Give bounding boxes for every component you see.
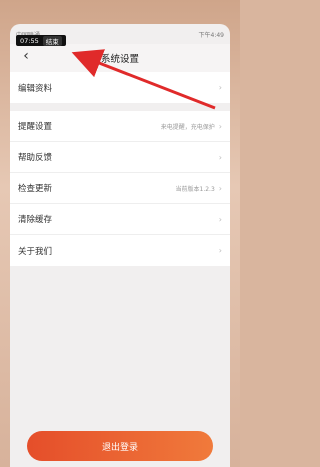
settings-item-label: 关于我们 bbox=[18, 246, 53, 257]
settings-item-right: › bbox=[219, 215, 222, 224]
settings-group-2: 提醒设置 来电提醒，充电保护 › 帮助反馈 › 检查更新 当前版本1.2.3 › bbox=[10, 111, 230, 266]
settings-item-label: 编辑资料 bbox=[18, 83, 53, 94]
settings-item-reminders[interactable]: 提醒设置 来电提醒，充电保护 › bbox=[10, 111, 230, 142]
settings-item-label: 检查更新 bbox=[18, 184, 53, 194]
screen-recording-pill[interactable]: 07:55 结束 bbox=[16, 35, 66, 46]
back-button[interactable]: ‹ bbox=[16, 48, 36, 64]
settings-item-value: 当前版本1.2.3 bbox=[175, 185, 215, 193]
chevron-right-icon: › bbox=[218, 183, 222, 193]
settings-item-right: 当前版本1.2.3 › bbox=[176, 184, 222, 193]
chevron-right-icon: › bbox=[218, 152, 222, 162]
settings-item-help-feedback[interactable]: 帮助反馈 › bbox=[10, 142, 230, 173]
settings-item-check-update[interactable]: 检查更新 当前版本1.2.3 › bbox=[10, 173, 230, 204]
chevron-left-icon: ‹ bbox=[23, 48, 29, 64]
settings-item-right: › bbox=[219, 246, 222, 255]
chevron-right-icon: › bbox=[218, 246, 222, 255]
settings-item-clear-cache[interactable]: 清除缓存 › bbox=[10, 204, 230, 235]
logout-button[interactable]: 退出登录 bbox=[27, 431, 213, 461]
stop-recording-button[interactable]: 结束 bbox=[42, 35, 62, 46]
chevron-right-icon: › bbox=[218, 121, 222, 131]
annotation-arrow bbox=[71, 49, 216, 110]
settings-item-label: 提醒设置 bbox=[18, 122, 53, 132]
settings-item-about[interactable]: 关于我们 › bbox=[10, 235, 230, 266]
settings-item-label: 清除缓存 bbox=[18, 215, 53, 225]
settings-item-right: › bbox=[219, 153, 222, 162]
recording-time: 07:55 bbox=[20, 36, 39, 45]
phone-frame: 中国联通 下午4:49 ‹ 系统设置 编辑资料 › 提醒设置 来电提醒， bbox=[0, 0, 240, 467]
settings-item-label: 帮助反馈 bbox=[18, 153, 53, 163]
settings-item-right: 来电提醒，充电保护 › bbox=[161, 122, 222, 131]
status-time: 下午4:49 bbox=[198, 31, 224, 39]
chevron-right-icon: › bbox=[218, 214, 222, 224]
settings-item-value: 来电提醒，充电保护 bbox=[160, 123, 215, 131]
